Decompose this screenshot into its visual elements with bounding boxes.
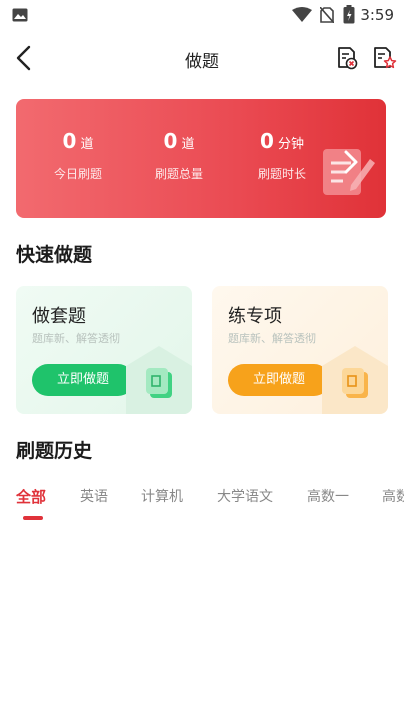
tab-college-chinese[interactable]: 大学语文 <box>217 486 273 506</box>
tab-computer[interactable]: 计算机 <box>141 486 183 506</box>
chevron-right-icon[interactable] <box>342 149 360 175</box>
quick-card-title: 做套题 <box>32 306 86 327</box>
no-sim-icon <box>320 7 334 23</box>
start-practice-button[interactable]: 立即做题 <box>228 364 330 396</box>
start-practice-button[interactable]: 立即做题 <box>32 364 134 396</box>
house-document-icon <box>322 346 388 414</box>
status-time: 3:59 <box>360 6 394 24</box>
favorites-icon[interactable] <box>372 46 398 70</box>
image-notification-icon <box>12 8 28 22</box>
quick-card-subtitle: 题库新、解答透彻 <box>32 332 120 345</box>
quick-card-subtitle: 题库新、解答透彻 <box>228 332 316 345</box>
battery-icon <box>343 5 355 24</box>
active-tab-indicator <box>23 516 43 520</box>
tab-all[interactable]: 全部 <box>16 486 46 507</box>
quick-card-title: 练专项 <box>228 306 282 327</box>
tab-english[interactable]: 英语 <box>80 486 108 506</box>
tab-advanced-math[interactable]: 高数 <box>382 486 404 506</box>
status-bar: 3:59 <box>0 0 404 32</box>
quick-card-set[interactable]: 做套题 题库新、解答透彻 立即做题 <box>16 286 192 414</box>
wifi-icon <box>292 7 312 22</box>
quick-card-topic[interactable]: 练专项 题库新、解答透彻 立即做题 <box>212 286 388 414</box>
history-heading: 刷题历史 <box>16 440 93 462</box>
tab-advanced-math-1[interactable]: 高数一 <box>307 486 349 506</box>
quick-practice-heading: 快速做题 <box>16 244 93 266</box>
house-document-icon <box>126 346 192 414</box>
practice-stats-card: 0道 今日刷题 0道 刷题总量 0 分钟 刷题时长 <box>16 99 386 218</box>
wrong-questions-icon[interactable] <box>335 46 359 70</box>
stat-total: 0道 刷题总量 <box>154 129 203 181</box>
